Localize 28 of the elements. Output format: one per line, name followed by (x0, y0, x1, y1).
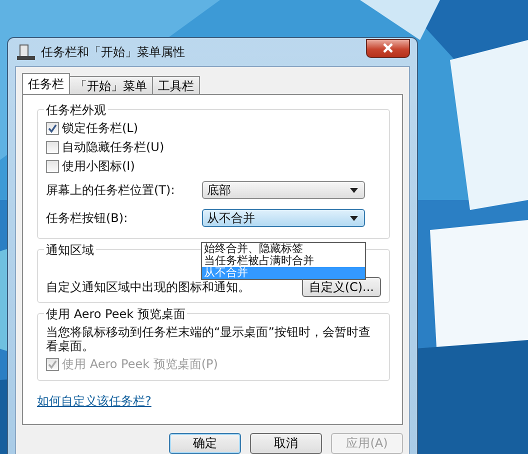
checkbox-label: 自动隐藏任务栏(U) (62, 139, 164, 156)
dropdown-option[interactable]: 当任务栏被占满时合并 (202, 255, 365, 267)
dialog-button[interactable]: 取消 (250, 433, 322, 454)
checkbox-label: 使用 Aero Peek 预览桌面(P) (62, 356, 218, 373)
tab[interactable]: 工具栏 (152, 76, 200, 94)
description-text: 自定义通知区域中出现的图标和通知。 (46, 278, 250, 296)
window-title: 任务栏和「开始」菜单属性 (41, 44, 186, 60)
close-icon (383, 43, 393, 53)
tab[interactable]: 任务栏 (22, 73, 70, 94)
dropdown-option[interactable]: 始终合并、隐藏标签 (202, 243, 365, 255)
caret-icon (350, 188, 358, 192)
checkbox[interactable] (46, 122, 59, 135)
checkbox-label: 使用小图标(I) (62, 158, 135, 175)
description-text: 当您将鼠标移动到任务栏末端的“显示桌面”按钮时，会暂时查看桌面。 (46, 325, 372, 353)
dropdown[interactable]: 底部 (202, 181, 365, 199)
field-label: 任务栏按钮(B): (46, 210, 129, 226)
group-title: 使用 Aero Peek 预览桌面 (44, 306, 188, 323)
close-button[interactable] (366, 38, 410, 58)
help-link[interactable]: 如何自定义该任务栏? (37, 393, 152, 410)
dialog-button[interactable]: 确定 (169, 433, 241, 454)
dropdown[interactable]: 从不合并 (202, 209, 365, 227)
tab[interactable]: 「开始」菜单 (69, 76, 153, 94)
group-title: 任务栏外观 (44, 102, 108, 119)
checkbox[interactable] (46, 160, 59, 173)
checkbox-label: 锁定任务栏(L) (62, 120, 138, 137)
field-label: 屏幕上的任务栏位置(T): (46, 182, 176, 198)
checkbox[interactable] (46, 141, 59, 154)
caret-icon (350, 216, 358, 220)
